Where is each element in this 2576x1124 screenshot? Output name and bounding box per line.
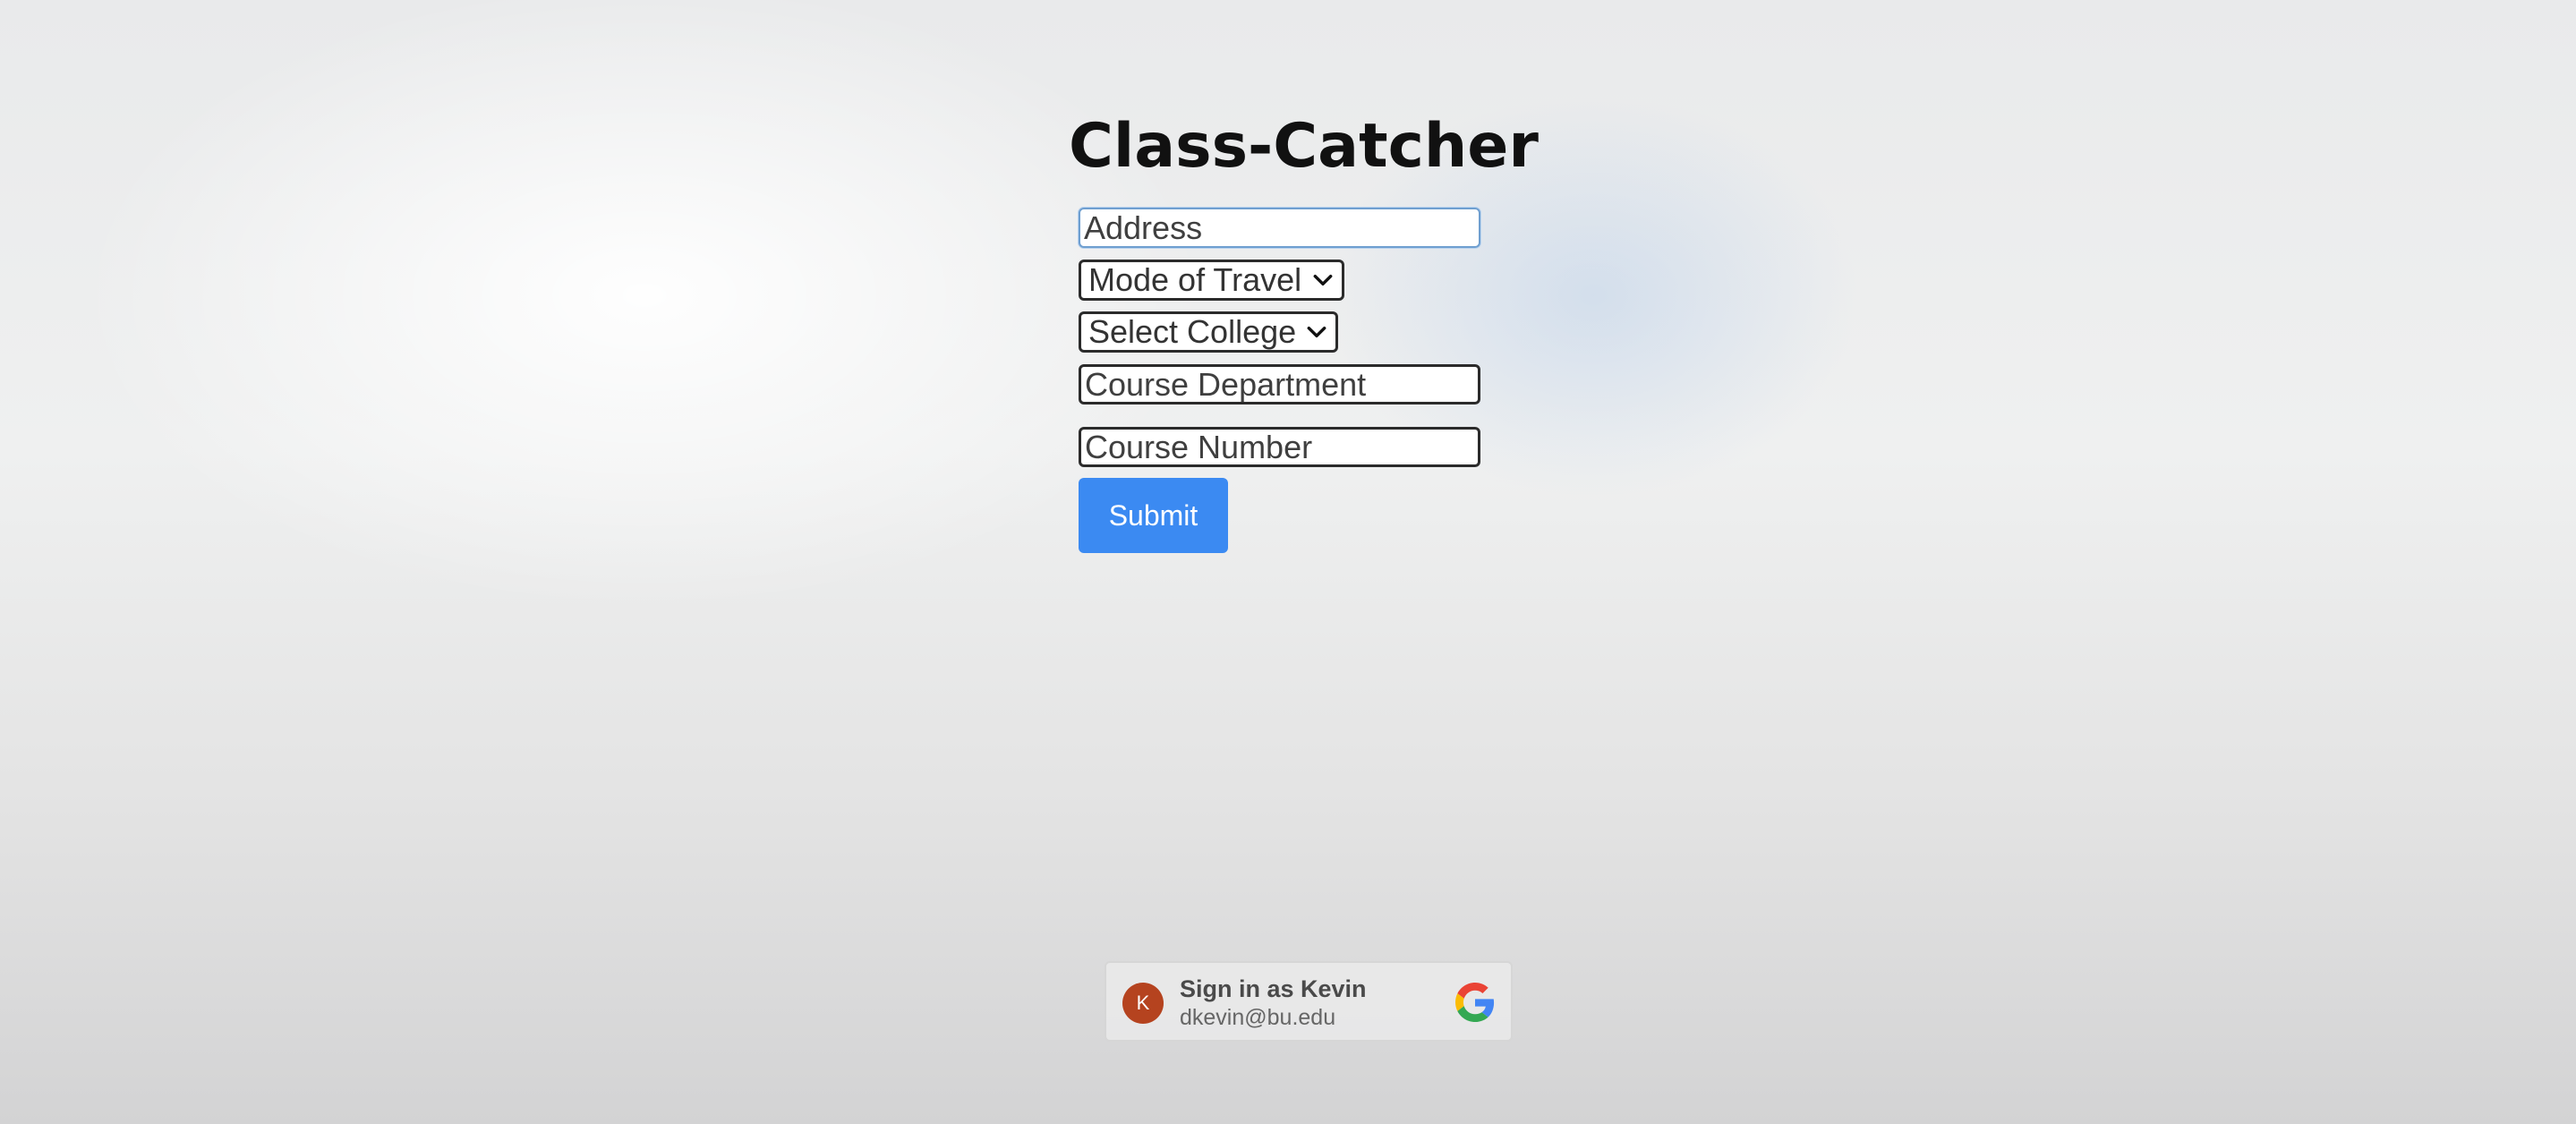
mode-of-travel-select[interactable]: Mode of Travel [1079,260,1344,301]
signin-email: dkevin@bu.edu [1180,1005,1336,1030]
page-title: Class-Catcher [1069,111,1539,182]
college-select[interactable]: Select College [1079,311,1338,353]
avatar: K [1122,983,1164,1024]
chevron-down-icon [1307,326,1326,338]
college-select-value: Select College [1088,313,1297,350]
submit-button[interactable]: Submit [1079,478,1228,553]
mode-of-travel-select-value: Mode of Travel [1088,261,1302,298]
address-input[interactable] [1079,208,1480,248]
google-signin-prompt[interactable]: K Sign in as Kevin dkevin@bu.edu [1105,961,1513,1042]
course-department-input[interactable] [1079,364,1480,404]
signin-title: Sign in as Kevin [1180,975,1367,1002]
google-g-icon [1455,983,1495,1022]
chevron-down-icon [1313,274,1333,286]
signin-text: Sign in as Kevin dkevin@bu.edu [1180,974,1367,1031]
course-number-input[interactable] [1079,427,1480,467]
